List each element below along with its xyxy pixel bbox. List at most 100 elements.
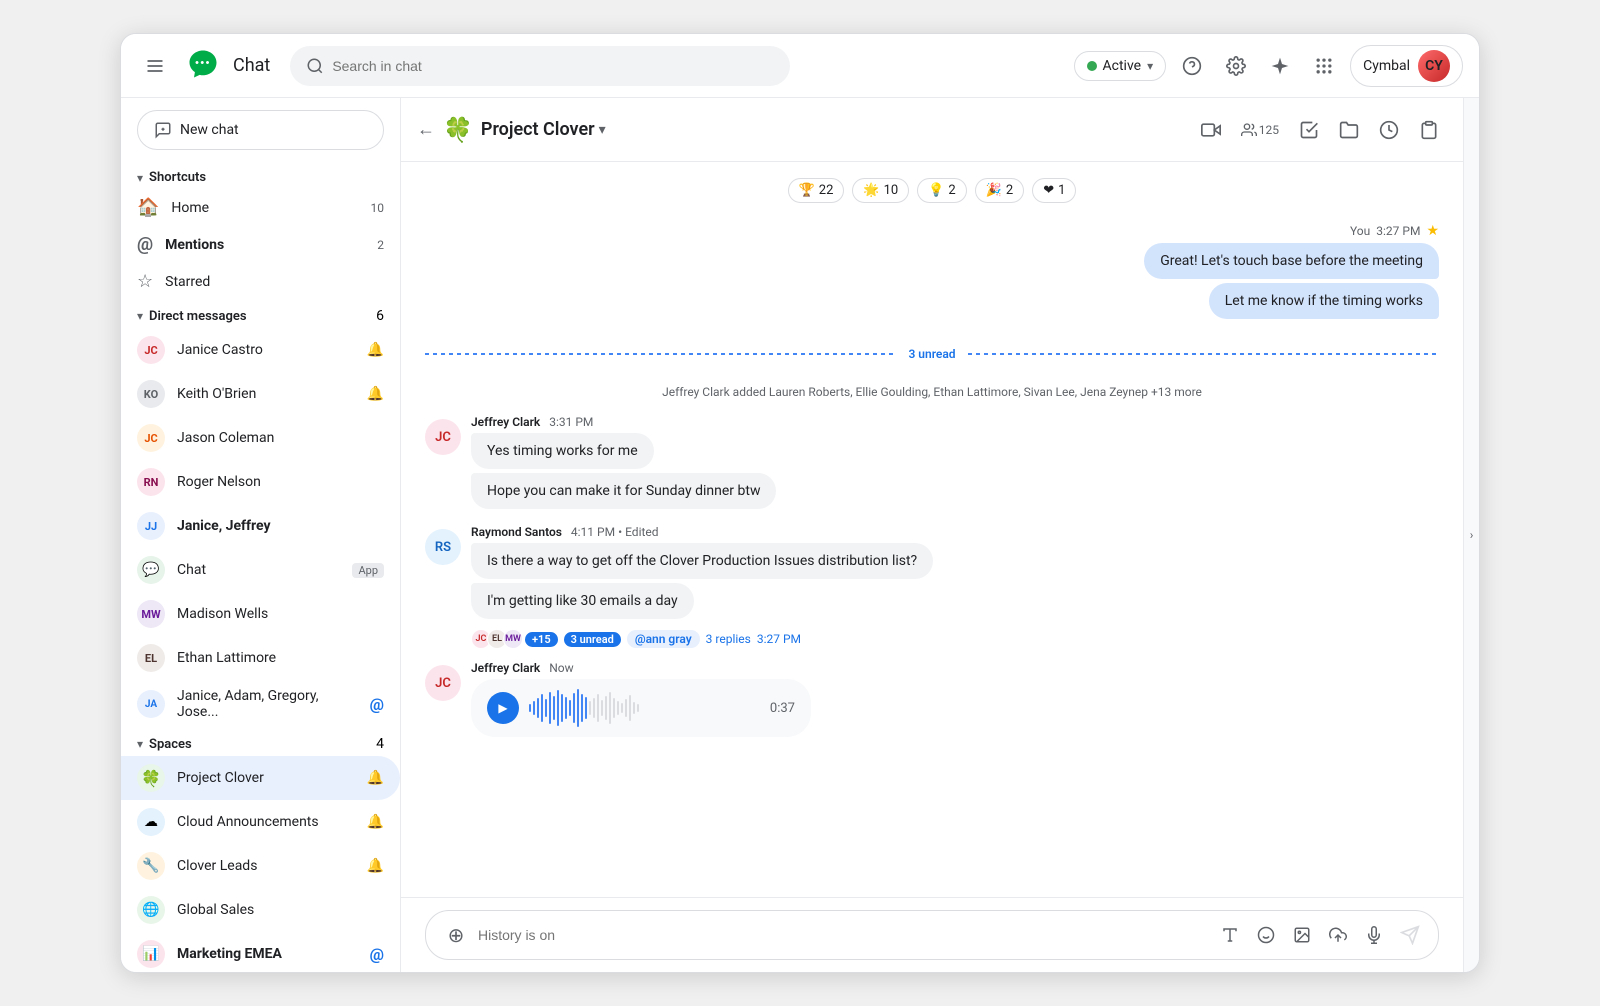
notification-icon: 🔔 xyxy=(367,342,384,358)
message-content: Raymond Santos 4:11 PM • Edited Is there… xyxy=(471,525,1439,649)
message-time: 3:31 PM xyxy=(549,415,593,429)
timer-button[interactable] xyxy=(1371,112,1407,148)
collapse-sidebar-button[interactable]: › xyxy=(1463,98,1479,972)
sidebar-item-clover-leads[interactable]: 🔧 Clover Leads 🔔 xyxy=(121,844,400,888)
emoji-button[interactable] xyxy=(1250,919,1282,951)
members-badge[interactable]: 125 xyxy=(1233,118,1287,142)
sender-name: You xyxy=(1350,224,1370,238)
chevron-right-icon: › xyxy=(1470,528,1474,542)
menu-icon[interactable] xyxy=(137,48,173,84)
sidebar-item-roger-nelson[interactable]: RN Roger Nelson xyxy=(121,460,400,504)
app-title: Chat xyxy=(233,55,270,76)
sidebar-item-ethan-lattimore[interactable]: EL Ethan Lattimore xyxy=(121,636,400,680)
sidebar-item-label: Chat xyxy=(177,562,336,578)
active-status-button[interactable]: Active ▾ xyxy=(1074,51,1167,81)
members-icon xyxy=(1241,122,1257,138)
sidebar-item-janice-castro[interactable]: JC Janice Castro 🔔 xyxy=(121,328,400,372)
clipboard-button[interactable] xyxy=(1411,112,1447,148)
sidebar-item-chat-app[interactable]: 💬 Chat App xyxy=(121,548,400,592)
task-button[interactable] xyxy=(1291,112,1327,148)
edited-label: • Edited xyxy=(618,525,658,539)
sidebar-item-marketing-emea[interactable]: 📊 Marketing EMEA @ xyxy=(121,932,400,972)
send-button[interactable] xyxy=(1394,919,1426,951)
search-input[interactable] xyxy=(332,58,774,74)
cloud-icon: ☁ xyxy=(137,808,165,836)
sidebar-item-project-clover[interactable]: 🍀 Project Clover 🔔 xyxy=(121,756,400,800)
message-input[interactable] xyxy=(478,927,1206,943)
settings-button[interactable] xyxy=(1218,48,1254,84)
sidebar-item-label: Roger Nelson xyxy=(177,474,384,490)
new-chat-icon xyxy=(154,121,172,139)
system-message: Jeffrey Clark added Lauren Roberts, Elli… xyxy=(425,385,1439,399)
sidebar-item-janice-adam[interactable]: JA Janice, Adam, Gregory, Jose... @ xyxy=(121,680,400,728)
apps-button[interactable] xyxy=(1306,48,1342,84)
sidebar-item-madison-wells[interactable]: MW Madison Wells xyxy=(121,592,400,636)
sidebar-item-keith-obrien[interactable]: KO Keith O'Brien 🔔 xyxy=(121,372,400,416)
shortcuts-header[interactable]: ▾ Shortcuts xyxy=(121,162,400,189)
star-icon: ☆ xyxy=(137,271,153,292)
folder-button[interactable] xyxy=(1331,112,1367,148)
sidebar-item-home[interactable]: 🏠 Home 10 xyxy=(121,189,400,226)
message-bubble: Yes timing works for me xyxy=(471,433,654,469)
message-content: Jeffrey Clark 3:31 PM Yes timing works f… xyxy=(471,415,1439,513)
sidebar-item-starred[interactable]: ☆ Starred xyxy=(121,263,400,300)
upload-icon xyxy=(1329,926,1347,944)
sidebar-item-label: Janice Castro xyxy=(177,342,355,358)
message-received: JC Jeffrey Clark 3:31 PM Yes timing work… xyxy=(425,415,1439,513)
format-text-button[interactable] xyxy=(1214,919,1246,951)
help-button[interactable] xyxy=(1174,48,1210,84)
thread-row[interactable]: JC EL MW +15 3 unread @ann gray 3 replie… xyxy=(471,629,1439,649)
new-chat-button[interactable]: New chat xyxy=(137,110,384,150)
spaces-header[interactable]: ▾ Spaces 4 xyxy=(121,728,400,756)
spark-icon xyxy=(1270,56,1290,76)
user-name: Cymbal xyxy=(1363,58,1410,74)
space-icon: 🍀 xyxy=(443,116,473,144)
reaction-pill[interactable]: 🌟 10 xyxy=(852,178,909,203)
chat-title-chevron[interactable]: ▾ xyxy=(599,122,606,138)
dm-header[interactable]: ▾ Direct messages 6 xyxy=(121,300,400,328)
sidebar-item-mentions[interactable]: @ Mentions 2 xyxy=(121,226,400,263)
chevron-down-icon: ▾ xyxy=(1147,59,1153,73)
video-call-button[interactable] xyxy=(1193,112,1229,148)
mention-icon: @ xyxy=(370,945,384,964)
reaction-pill[interactable]: ❤ 1 xyxy=(1032,178,1076,203)
image-button[interactable] xyxy=(1286,919,1318,951)
thread-time: 3:27 PM xyxy=(757,632,801,646)
reaction-pill[interactable]: 🏆 22 xyxy=(788,178,845,203)
sender-name: Jeffrey Clark xyxy=(471,661,540,675)
mention-icon: @ xyxy=(370,695,384,714)
reaction-pill[interactable]: 💡 2 xyxy=(917,178,967,203)
sidebar-item-label: Janice, Jeffrey xyxy=(177,518,384,534)
sidebar-item-global-sales[interactable]: 🌐 Global Sales xyxy=(121,888,400,932)
reaction-pill[interactable]: 🎉 2 xyxy=(975,178,1025,203)
app-logo xyxy=(185,46,221,86)
folder-icon xyxy=(1339,120,1359,140)
sidebar-item-label: Marketing EMEA xyxy=(177,946,358,962)
sidebar-item-label: Starred xyxy=(165,274,384,290)
dm-label: Direct messages xyxy=(149,309,247,324)
sidebar-item-cloud-announcements[interactable]: ☁ Cloud Announcements 🔔 xyxy=(121,800,400,844)
avatar: EL xyxy=(137,644,165,672)
add-attachment-button[interactable]: ⊕ xyxy=(442,923,470,947)
search-bar[interactable] xyxy=(290,46,790,86)
message-received: RS Raymond Santos 4:11 PM • Edited Is th… xyxy=(425,525,1439,649)
play-button[interactable]: ▶ xyxy=(487,692,519,724)
sidebar: New chat ▾ Shortcuts 🏠 Home 10 @ Mention… xyxy=(121,98,401,972)
input-actions xyxy=(1214,919,1426,951)
sidebar-item-janice-jeffrey[interactable]: JJ Janice, Jeffrey xyxy=(121,504,400,548)
upload-button[interactable] xyxy=(1322,919,1354,951)
back-button[interactable]: ← xyxy=(417,119,435,140)
home-badge: 10 xyxy=(364,201,384,215)
mic-button[interactable] xyxy=(1358,919,1390,951)
unread-label: 3 unread xyxy=(908,347,955,361)
avatar: JC xyxy=(425,665,461,701)
user-chip[interactable]: Cymbal CY xyxy=(1350,45,1463,87)
thread-avatar: MW xyxy=(503,629,523,649)
format-text-icon xyxy=(1221,926,1239,944)
dm-badge: 6 xyxy=(376,308,384,324)
sidebar-item-label: Global Sales xyxy=(177,902,384,918)
chat-header: ← 🍀 Project Clover ▾ xyxy=(401,98,1463,162)
sidebar-item-jason-coleman[interactable]: JC Jason Coleman xyxy=(121,416,400,460)
message-bubble: I'm getting like 30 emails a day xyxy=(471,583,694,619)
spark-button[interactable] xyxy=(1262,48,1298,84)
